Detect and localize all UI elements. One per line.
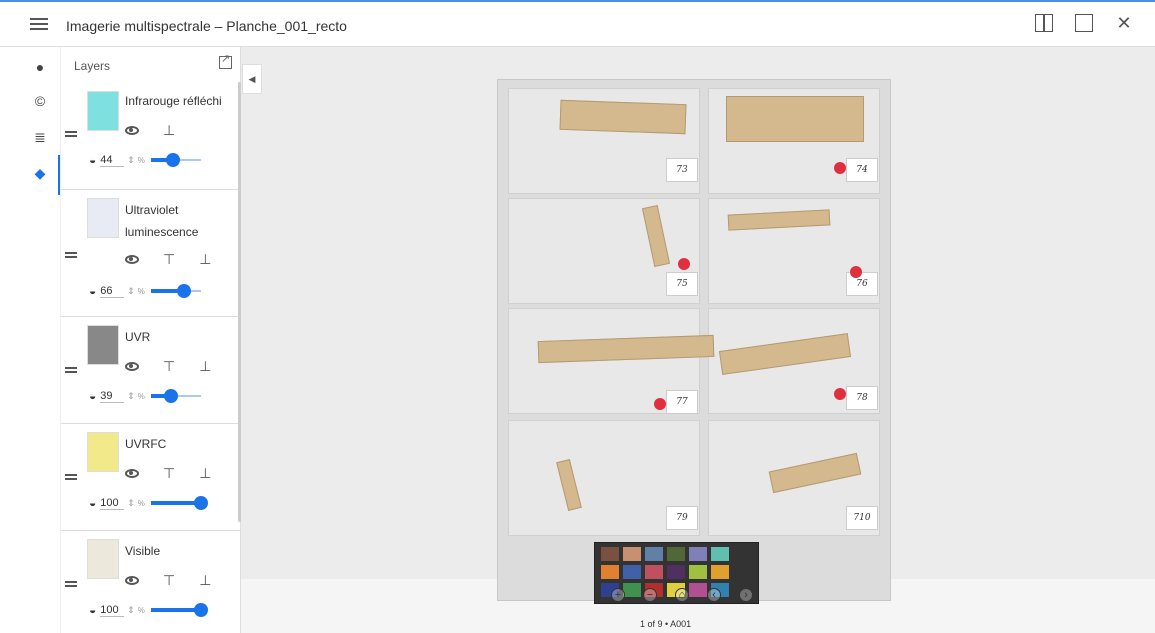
move-up-icon[interactable]: ⊤ bbox=[163, 252, 175, 266]
panel-title: Layers bbox=[74, 59, 111, 73]
move-up-icon[interactable]: ⊤ bbox=[163, 466, 175, 480]
opacity-icon: ◒ bbox=[89, 389, 97, 403]
specimen-label: 77 bbox=[666, 390, 698, 414]
layer-thumbnail bbox=[87, 325, 119, 365]
layer-name: Infrarouge réfléchi bbox=[125, 94, 222, 108]
move-up-icon[interactable]: ⊤ bbox=[163, 573, 175, 587]
manuscript-fragment bbox=[559, 99, 687, 135]
next-page-icon[interactable]: › bbox=[739, 588, 753, 602]
opacity-input[interactable]: 100 bbox=[100, 604, 125, 617]
zoom-controls: + − ⌂ ‹ › bbox=[611, 588, 753, 602]
move-down-icon[interactable]: ⊥ bbox=[199, 252, 211, 266]
manuscript-plate: 73 74 75 76 77 78 79 710 bbox=[497, 79, 891, 601]
move-down-icon[interactable]: ⊥ bbox=[199, 573, 211, 587]
side-rail: ● © ≣ ◆ bbox=[20, 47, 61, 633]
marker-dot bbox=[654, 398, 666, 410]
specimen-label: 79 bbox=[666, 506, 698, 530]
percent-label: % bbox=[137, 605, 145, 615]
layer-thumbnail bbox=[87, 432, 119, 472]
opacity-slider[interactable] bbox=[150, 284, 201, 298]
opacity-input[interactable]: 39 bbox=[100, 390, 125, 403]
move-down-icon[interactable]: ⊥ bbox=[163, 123, 175, 137]
opacity-icon: ◒ bbox=[89, 153, 97, 167]
popout-icon[interactable] bbox=[219, 52, 232, 69]
home-icon[interactable]: ⌂ bbox=[675, 588, 689, 602]
opacity-icon: ◒ bbox=[89, 603, 97, 617]
layer-item: UVRFC ⊤ ⊥ ◒ 100 ⇕ % bbox=[61, 424, 240, 531]
info-icon[interactable]: ● bbox=[32, 59, 48, 75]
percent-label: % bbox=[137, 391, 145, 401]
active-indicator bbox=[58, 155, 60, 195]
opacity-icon: ◒ bbox=[89, 496, 97, 510]
collapse-panel-button[interactable]: ◀ bbox=[242, 64, 262, 94]
specimen-label: 73 bbox=[666, 158, 698, 182]
specimen-label: 74 bbox=[846, 158, 878, 182]
layer-item: Infrarouge réfléchi ⊥ ◒ 44 ⇕ % bbox=[61, 83, 240, 190]
window-title: Imagerie multispectrale – Planche_001_re… bbox=[66, 18, 347, 34]
marker-dot bbox=[834, 162, 846, 174]
spinner-icon[interactable]: ⇕ bbox=[127, 155, 135, 166]
visibility-icon[interactable] bbox=[125, 468, 139, 478]
spinner-icon[interactable]: ⇕ bbox=[127, 391, 135, 402]
drag-handle-icon[interactable] bbox=[65, 129, 77, 139]
page-info: 1 of 9 • A001 bbox=[640, 619, 692, 629]
previous-page-icon[interactable]: ‹ bbox=[707, 588, 721, 602]
visibility-icon[interactable] bbox=[125, 575, 139, 585]
opacity-slider[interactable] bbox=[150, 153, 201, 167]
menu-icon[interactable] bbox=[30, 15, 48, 33]
layer-name: UVR bbox=[125, 330, 151, 344]
opacity-input[interactable]: 44 bbox=[100, 154, 125, 167]
layers-icon[interactable]: ◆ bbox=[32, 165, 48, 181]
image-viewer[interactable]: 73 74 75 76 77 78 79 710 + − ⌂ ‹ › bbox=[241, 47, 1155, 633]
zoom-out-icon[interactable]: − bbox=[643, 588, 657, 602]
marker-dot bbox=[678, 258, 690, 270]
index-icon[interactable]: ≣ bbox=[32, 129, 48, 145]
close-icon[interactable]: ✕ bbox=[1115, 14, 1133, 32]
layer-name: Visible bbox=[125, 544, 161, 558]
opacity-input[interactable]: 66 bbox=[100, 285, 125, 298]
visibility-icon[interactable] bbox=[125, 254, 139, 264]
layers-panel: Layers Infrarouge réfléchi ⊥ ◒ 44 ⇕ % Ul… bbox=[61, 47, 241, 633]
layer-name: UVRFC bbox=[125, 437, 167, 451]
opacity-input[interactable]: 100 bbox=[100, 497, 125, 510]
opacity-slider[interactable] bbox=[150, 389, 201, 403]
manuscript-fragment bbox=[726, 96, 864, 142]
split-view-icon[interactable] bbox=[1035, 14, 1053, 32]
copyright-icon[interactable]: © bbox=[32, 93, 48, 109]
visibility-icon[interactable] bbox=[125, 125, 139, 135]
layer-item: Visible ⊤ ⊥ ◒ 100 ⇕ % bbox=[61, 531, 240, 633]
layer-name-line2: luminescence bbox=[125, 225, 199, 239]
spinner-icon[interactable]: ⇕ bbox=[127, 498, 135, 509]
opacity-icon: ◒ bbox=[89, 284, 97, 298]
spinner-icon[interactable]: ⇕ bbox=[127, 286, 135, 297]
drag-handle-icon[interactable] bbox=[65, 472, 77, 482]
layer-item: UVR ⊤ ⊥ ◒ 39 ⇕ % bbox=[61, 317, 240, 424]
move-up-icon[interactable]: ⊤ bbox=[163, 359, 175, 373]
specimen-label: 710 bbox=[846, 506, 878, 530]
drag-handle-icon[interactable] bbox=[65, 250, 77, 260]
move-down-icon[interactable]: ⊥ bbox=[199, 466, 211, 480]
specimen-label: 78 bbox=[846, 386, 878, 410]
specimen-label: 75 bbox=[666, 272, 698, 296]
zoom-in-icon[interactable]: + bbox=[611, 588, 625, 602]
percent-label: % bbox=[137, 286, 145, 296]
percent-label: % bbox=[137, 155, 145, 165]
layer-thumbnail bbox=[87, 91, 119, 131]
drag-handle-icon[interactable] bbox=[65, 365, 77, 375]
visibility-icon[interactable] bbox=[125, 361, 139, 371]
layer-name: Ultraviolet bbox=[125, 203, 179, 217]
layer-thumbnail bbox=[87, 539, 119, 579]
top-bar: Imagerie multispectrale – Planche_001_re… bbox=[0, 0, 1155, 47]
opacity-slider[interactable] bbox=[150, 496, 208, 510]
marker-dot bbox=[850, 266, 862, 278]
marker-dot bbox=[834, 388, 846, 400]
move-down-icon[interactable]: ⊥ bbox=[199, 359, 211, 373]
layer-item: Ultraviolet luminescence ⊤ ⊥ ◒ 66 ⇕ % bbox=[61, 190, 240, 317]
percent-label: % bbox=[137, 498, 145, 508]
layer-thumbnail bbox=[87, 198, 119, 238]
spinner-icon[interactable]: ⇕ bbox=[127, 605, 135, 616]
fullscreen-icon[interactable] bbox=[1075, 14, 1093, 32]
opacity-slider[interactable] bbox=[150, 603, 208, 617]
drag-handle-icon[interactable] bbox=[65, 579, 77, 589]
